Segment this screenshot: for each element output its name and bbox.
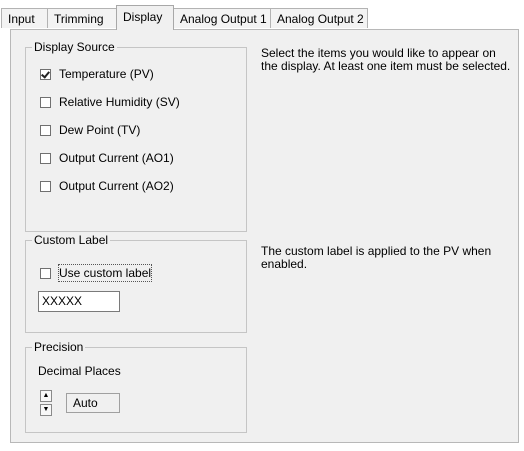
checkbox-unchecked-icon [40,180,51,192]
decimal-places-label: Decimal Places [38,364,121,378]
checkbox-label: Relative Humidity (SV) [59,95,180,109]
spin-down-button[interactable]: ▼ [40,404,52,416]
checkbox-unchecked-icon [40,152,51,164]
display-tab-panel: Display Source Temperature (PV) Relative… [10,29,519,443]
decimal-places-value: Auto [66,393,120,413]
checkbox-temperature-pv[interactable]: Temperature (PV) [40,66,154,82]
tab-analog-output-2[interactable]: Analog Output 2 [270,8,368,28]
tab-label: Input [8,12,35,26]
display-source-group: Display Source Temperature (PV) Relative… [25,40,247,232]
checkbox-dew-point-tv[interactable]: Dew Point (TV) [40,122,140,138]
checkbox-label: Temperature (PV) [59,67,154,81]
checkbox-checked-icon [40,68,51,80]
tab-analog-output-1[interactable]: Analog Output 1 [173,8,271,28]
tab-label: Display [123,10,163,24]
custom-label-title: Custom Label [32,233,111,247]
custom-label-group: Custom Label Use custom label XXXXX [25,233,247,333]
checkbox-label: Dew Point (TV) [59,123,141,137]
display-source-help-text: Select the items you would like to appea… [261,47,521,73]
precision-title: Precision [32,340,86,354]
checkbox-label: Use custom label [57,264,153,282]
tab-input[interactable]: Input [1,8,48,28]
help-line: the display. At least one item must be s… [261,59,511,73]
spin-up-button[interactable]: ▲ [40,390,52,402]
checkbox-use-custom-label[interactable]: Use custom label [40,264,153,282]
display-source-title: Display Source [32,40,117,54]
tab-label: Analog Output 2 [277,12,364,26]
precision-group: Precision Decimal Places ▲ ▼ Auto [25,340,247,433]
checkbox-label: Output Current (AO1) [59,151,174,165]
tab-label: Analog Output 1 [180,12,267,26]
tab-strip: Input Trimming Display Analog Output 1 A… [0,0,524,30]
help-line: enabled. [261,257,308,271]
checkbox-label: Output Current (AO2) [59,179,174,193]
tab-display[interactable]: Display [116,5,174,30]
checkbox-unchecked-icon [40,124,51,136]
custom-label-help-text: The custom label is applied to the PV wh… [261,245,521,271]
checkbox-output-current-ao2[interactable]: Output Current (AO2) [40,178,174,194]
checkbox-output-current-ao1[interactable]: Output Current (AO1) [40,150,174,166]
checkbox-unchecked-icon [40,267,51,279]
tab-trimming[interactable]: Trimming [47,8,117,28]
checkbox-unchecked-icon [40,96,51,108]
checkbox-relative-humidity-sv[interactable]: Relative Humidity (SV) [40,94,180,110]
tab-label: Trimming [54,12,104,26]
custom-label-input[interactable]: XXXXX [38,291,120,312]
